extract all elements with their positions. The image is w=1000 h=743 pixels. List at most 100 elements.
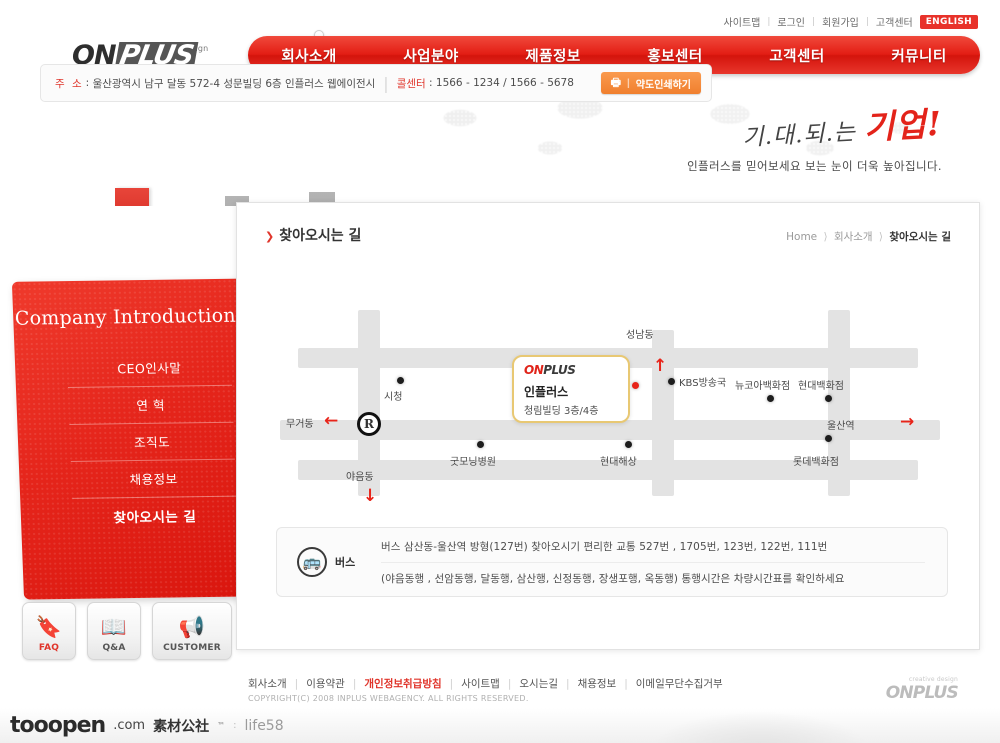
callout-logo-on: ON [524,363,544,377]
address-bar: 주 소 : 울산광역시 남구 달동 572-4 성문빌딩 6층 인플러스 웹에이… [40,64,712,102]
location-map[interactable]: 무거동 ← 성남동 ↑ 야음동 ↓ 울산역 → R 시청 KBS방송국 뉴코아백… [280,310,940,510]
map-dot [825,435,832,442]
quick-label-customer: CUSTOMER [163,643,221,653]
sidebar-title: Company Introduction [14,304,237,330]
map-callout-onplus[interactable]: ONPLUS 인플러스 청림빌딩 3층/4층 [512,355,630,423]
breadcrumb-separator: ⟩ [878,231,884,243]
quick-label-faq: FAQ [38,643,60,653]
faq-icon: 🔖 [35,615,63,639]
megaphone-icon: 📢 [178,615,206,639]
sidebar-item-recruit[interactable]: 채용정보 [70,459,237,499]
map-label-seongnam-dong: 성남동 [626,330,654,341]
sidebar-item-directions[interactable]: 찾아오시는 길 [72,497,237,536]
bus-label: 버스 [335,556,356,569]
watermark-dots: : [233,720,237,731]
nav-item-products[interactable]: 제품정보 [492,45,614,66]
footer-link-company[interactable]: 회사소개 [248,676,287,691]
top-link-sitemap[interactable]: 사이트맵 [724,14,761,29]
arrow-down-icon: ↓ [363,486,378,506]
top-separator: | [767,16,771,27]
footer-link-sitemap[interactable]: 사이트맵 [461,676,500,691]
map-dot [397,377,404,384]
footer-link-terms[interactable]: 이용약관 [306,676,345,691]
bus-icon: 🚌 [297,547,327,577]
callout-logo-plus: PLUS [543,363,576,377]
map-label-ulsan-station: 울산역 [827,421,855,432]
address-colon: : [85,77,93,89]
map-dot [825,395,832,402]
callout-building-floor: 청림빌딩 3층/4층 [524,406,599,417]
watermark-bar: tooopen .com 素材公社 ™ : life58 [0,708,1000,743]
map-label-hyundai-marine: 현대해상 [600,457,637,468]
nav-item-community[interactable]: 커뮤니티 [858,45,980,66]
quick-button-qna[interactable]: 📖 Q&A [87,602,141,660]
top-link-login[interactable]: 로그인 [777,14,805,29]
footer-separator: | [449,677,454,690]
map-dot-target [632,382,639,389]
footer-links: 회사소개 | 이용약관 | 개인정보취급방침 | 사이트맵 | 오시는길 | 채… [248,676,723,691]
copyright-text: COPYRIGHT(C) 2008 INPLUS WEBAGENCY. ALL … [248,694,529,703]
footer-logo-tagline: creative design [908,676,958,683]
breadcrumb: Home ⟩ 회사소개 ⟩ 찾아오시는 길 [786,229,951,244]
top-link-signup[interactable]: 회원가입 [822,14,859,29]
button-divider: | [626,77,630,89]
address-divider: | [383,73,389,93]
page-title: ❯ 찾아오시는 길 [265,225,361,245]
bus-text-lines: 버스 삼산동-울산역 방형(127번) 찾아오시기 편리한 교통 527번 , … [381,531,947,594]
breadcrumb-section[interactable]: 회사소개 [834,231,873,243]
sidebar-item-ceo-message[interactable]: CEO인사말 [66,348,233,389]
sidebar-panel: Company Introduction CEO인사말 연 혁 조직도 채용정보… [11,278,269,600]
call-center-value: 1566 - 1234 / 1566 - 5678 [435,77,574,89]
map-label-hyundai-dept: 현대백화점 [798,381,844,392]
hero-headline-small: 기.대.되.는 [741,119,857,152]
nav-item-company[interactable]: 회사소개 [248,45,370,66]
watermark-brand: tooopen [10,713,106,738]
bus-icon-group: 🚌 버스 [277,547,381,577]
footer-link-email-refusal[interactable]: 이메일무단수집거부 [636,676,723,691]
print-map-label: 약도인쇄하기 [635,79,691,91]
printer-icon: 🖶 [610,76,621,89]
print-map-button[interactable]: 🖶 | 약도인쇄하기 [600,72,701,94]
red-building-large [115,188,149,206]
footer-separator: | [566,677,570,690]
map-label-newcore: 뉴코아백화점 [735,381,791,392]
map-label-lotte-dept: 롯데백화점 [793,457,839,468]
hero-subtext: 인플러스를 믿어보세요 보는 눈이 더욱 높아집니다. [687,159,942,173]
bus-line-destinations: (야음동행 , 선암동행, 달동행, 삼산행, 신정동행, 장생포행, 옥동행)… [381,572,845,585]
hero-headline-big: 기업! [862,103,944,147]
watermark-trademark: ™ [217,721,226,730]
top-utility-bar: 사이트맵 | 로그인 | 회원가입 | 고객센터 ENGLISH [724,14,978,29]
book-icon: 📖 [100,615,128,639]
nav-item-pr-center[interactable]: 홍보센터 [614,45,736,66]
callout-company-name: 인플러스 [524,385,569,399]
nav-item-customer-center[interactable]: 고객센터 [736,45,858,66]
footer-link-directions[interactable]: 오시는길 [519,676,558,691]
footer-link-recruit[interactable]: 채용정보 [578,676,617,691]
watermark-domain: .com [113,718,146,733]
footer-logo-plus: PLUS [912,683,959,703]
call-center-label: 콜센터 [396,77,426,90]
footer-separator: | [624,677,628,690]
quick-links: 🔖 FAQ 📖 Q&A 📢 CUSTOMER [22,602,232,660]
sidebar-item-history[interactable]: 연 혁 [67,385,234,425]
address-label: 주 소 [55,77,84,90]
quick-button-faq[interactable]: 🔖 FAQ [22,602,76,660]
breadcrumb-home[interactable]: Home [786,231,817,243]
map-dot [668,378,675,385]
map-dot [625,441,632,448]
map-label-yaeum-dong: 야음동 [346,472,374,483]
top-link-customer-center[interactable]: 고객센터 [876,14,913,29]
watermark-chinese-name: 素材公社 [153,718,210,735]
hero-banner: 기.대.되.는 기업! 인플러스를 믿어보세요 보는 눈이 더욱 높아집니다. [0,86,1000,206]
top-separator: | [812,16,816,27]
nav-item-business[interactable]: 사업분야 [370,45,492,66]
map-label-kbs: KBS방송국 [679,378,727,389]
callout-logo: ONPLUS [524,364,628,376]
watermark-life-label: life58 [244,717,284,734]
quick-button-customer[interactable]: 📢 CUSTOMER [152,602,232,660]
bus-line-routes: 버스 삼산동-울산역 방형(127번) 찾아오시기 편리한 교통 527번 , … [381,531,925,563]
sidebar-item-org-chart[interactable]: 조직도 [69,422,235,462]
language-toggle-english[interactable]: ENGLISH [919,14,978,29]
footer-link-privacy[interactable]: 개인정보취급방침 [364,676,441,691]
bus-info-box: 🚌 버스 버스 삼산동-울산역 방형(127번) 찾아오시기 편리한 교통 52… [276,527,948,597]
